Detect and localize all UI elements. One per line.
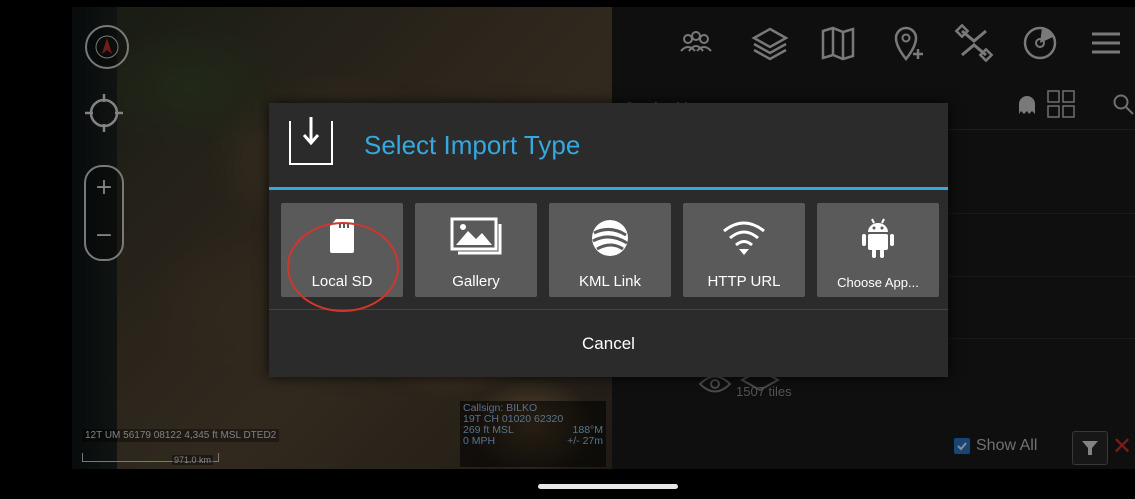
option-label: HTTP URL xyxy=(707,273,781,290)
option-gallery[interactable]: Gallery xyxy=(415,203,537,297)
dialog-title: Select Import Type xyxy=(364,130,581,160)
option-kml-link[interactable]: KML Link xyxy=(549,203,671,297)
gallery-icon xyxy=(450,217,502,255)
highlight-circle xyxy=(287,222,399,312)
android-icon xyxy=(862,218,894,258)
app-screen: + − 12T UM 56179 08122 4,345 ft MSL DTED… xyxy=(72,7,1135,469)
import-icon xyxy=(289,117,333,165)
option-label: KML Link xyxy=(579,273,641,290)
cancel-button[interactable]: Cancel xyxy=(269,310,948,377)
globe-icon xyxy=(592,220,628,256)
option-http-url[interactable]: HTTP URL xyxy=(683,203,805,297)
dialog-title-divider xyxy=(269,187,948,190)
option-label: Choose App... xyxy=(837,275,919,290)
home-indicator[interactable] xyxy=(538,484,678,489)
option-label: Gallery xyxy=(452,273,500,290)
option-choose-app[interactable]: Choose App... xyxy=(817,203,939,297)
wifi-icon xyxy=(723,221,765,255)
dialog-header: Select Import Type xyxy=(269,103,948,189)
